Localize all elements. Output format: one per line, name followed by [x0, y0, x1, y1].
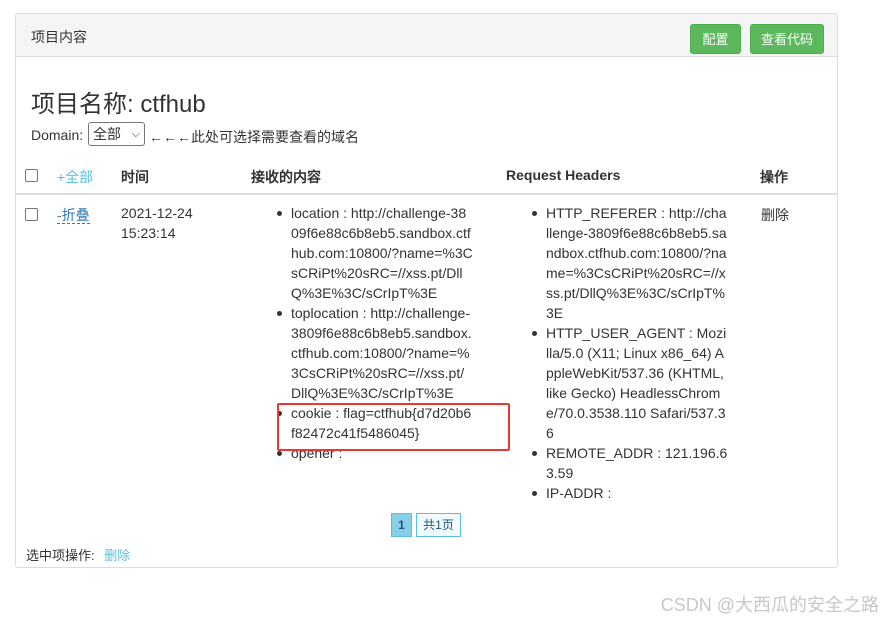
chevron-down-icon: ⌵: [131, 128, 140, 140]
header-actions: 操作: [760, 169, 788, 185]
header-item-referer: HTTP_REFERER : http://challenge-3809f6e8…: [532, 203, 728, 323]
page-1-button[interactable]: 1: [391, 513, 412, 537]
header-time: 时间: [121, 169, 149, 185]
view-code-button[interactable]: 查看代码: [750, 24, 824, 54]
select-all-link[interactable]: +全部: [57, 167, 93, 187]
row-time-date: 2021-12-24: [121, 205, 193, 221]
row-request-headers: HTTP_REFERER : http://challenge-3809f6e8…: [532, 203, 728, 503]
panel-title: 项目内容: [31, 29, 87, 45]
selected-ops-label: 选中项操作:: [26, 548, 95, 563]
cookie-highlight-box: [277, 403, 510, 451]
project-content-panel: 项目内容 配置 查看代码 项目名称: ctfhub Domain: 全部 ⌵ ←…: [15, 13, 838, 568]
domain-select-value: 全部: [93, 126, 121, 142]
domain-select[interactable]: 全部 ⌵: [88, 122, 145, 146]
config-button[interactable]: 配置: [690, 24, 741, 54]
header-item-ip-addr: IP-ADDR :: [532, 483, 728, 503]
row-time: 2021-12-24 15:23:14: [121, 203, 216, 243]
domain-hint: ←←←此处可选择需要查看的域名: [149, 129, 359, 145]
select-all-checkbox[interactable]: [25, 169, 38, 182]
bulk-delete-link[interactable]: 删除: [104, 548, 130, 563]
header-item-user-agent: HTTP_USER_AGENT : Mozilla/5.0 (X11; Linu…: [532, 323, 728, 443]
row-time-clock: 15:23:14: [121, 225, 176, 241]
content-item-toplocation: toplocation : http://challenge-3809f6e88…: [277, 303, 473, 403]
csdn-watermark: CSDN @大西瓜的安全之路: [660, 595, 879, 615]
project-title: 项目名称: ctfhub: [31, 91, 206, 118]
selected-ops-bar: 选中项操作: 删除: [26, 545, 130, 564]
collapse-toggle[interactable]: -折叠: [57, 207, 90, 224]
table-header: +全部 时间 接收的内容 Request Headers 操作: [16, 159, 837, 195]
panel-heading: 项目内容 配置 查看代码: [16, 14, 837, 57]
header-request-headers: Request Headers: [506, 167, 621, 183]
row-checkbox[interactable]: [25, 208, 38, 221]
content-item-location: location : http://challenge-3809f6e88c6b…: [277, 203, 473, 303]
header-content: 接收的内容: [251, 169, 321, 185]
header-item-remote-addr: REMOTE_ADDR : 121.196.63.59: [532, 443, 728, 483]
domain-label: Domain:: [31, 127, 84, 143]
page-total-label: 共1页: [416, 513, 461, 537]
row-delete-link[interactable]: 删除: [761, 205, 789, 225]
